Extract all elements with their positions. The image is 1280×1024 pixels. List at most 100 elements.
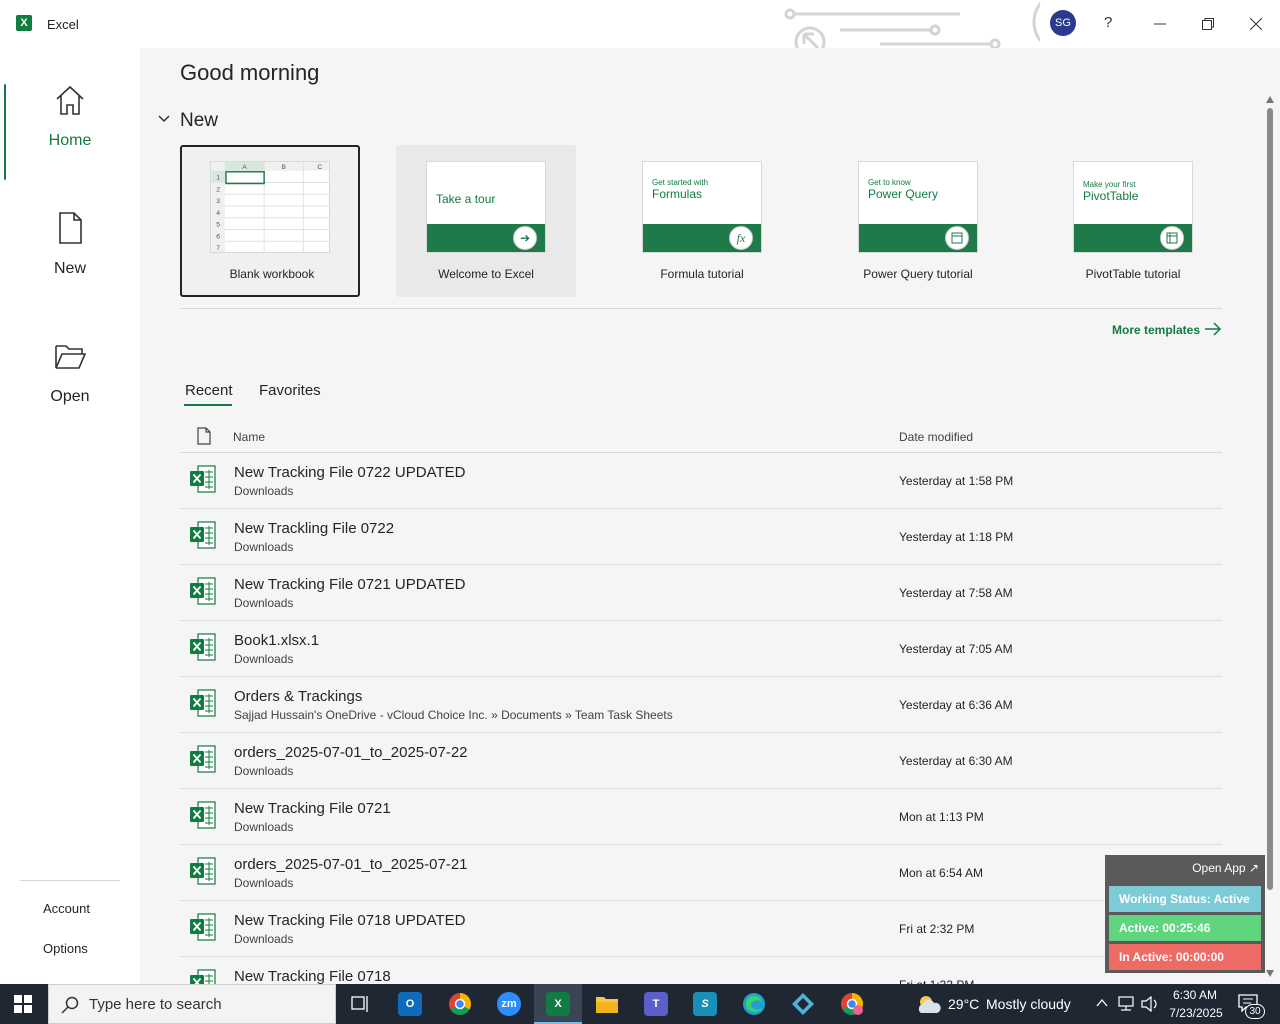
nav-new[interactable]: New xyxy=(0,196,140,306)
template-blank-workbook[interactable]: A B C 1 2 3 4 5 6 7 Blank workbook xyxy=(180,145,360,297)
excel-file-icon xyxy=(190,577,216,605)
tab-recent[interactable]: Recent xyxy=(185,382,233,399)
file-row[interactable]: New Trackling File 0722 Downloads Yesterda… xyxy=(180,509,1222,565)
outlook-icon[interactable]: O xyxy=(390,988,430,1020)
home-icon xyxy=(56,85,84,115)
app-title: Excel xyxy=(47,17,79,32)
scroll-thumb[interactable] xyxy=(1267,108,1273,890)
chrome-profile-icon[interactable] xyxy=(832,988,872,1020)
excel-icon[interactable]: X xyxy=(538,988,578,1020)
file-name: orders_2025-07-01_to_2025-07-21 xyxy=(234,856,468,873)
file-row[interactable]: Book1.xlsx.1 Downloads Yesterday at 7:05 A… xyxy=(180,621,1222,677)
recent-file-list: New Tracking File 0722 UPDATED Downloads Y… xyxy=(180,453,1222,984)
file-row[interactable]: New Tracking File 0722 UPDATED Downloads Y… xyxy=(180,453,1222,509)
task-view-icon[interactable] xyxy=(340,988,380,1020)
greeting: Good morning xyxy=(180,60,320,85)
network-icon[interactable] xyxy=(1118,996,1136,1012)
file-name: New Tracking File 0718 UPDATED xyxy=(234,912,466,929)
close-button[interactable] xyxy=(1242,10,1270,38)
file-date: Fri at 2:32 PM xyxy=(899,922,975,936)
file-row[interactable]: orders_2025-07-01_to_2025-07-21 Downloads… xyxy=(180,845,1222,901)
thumb-title: Power Query xyxy=(868,187,939,201)
file-name: New Tracking File 0718 xyxy=(234,968,391,984)
arrow-right-icon[interactable] xyxy=(1204,322,1222,336)
file-row[interactable]: orders_2025-07-01_to_2025-07-22 Downloads… xyxy=(180,733,1222,789)
thumb-title: Formulas xyxy=(652,187,703,201)
template-pivottable-tutorial[interactable]: Make your first PivotTable PivotTable tu… xyxy=(1043,145,1223,297)
template-label: Formula tutorial xyxy=(660,267,744,281)
clock-date[interactable]: 7/23/2025 xyxy=(1166,1006,1226,1020)
windows-start-icon[interactable] xyxy=(14,995,32,1013)
sheet-row-label: 3 xyxy=(216,198,220,205)
file-location: Sajjad Hussain's OneDrive - vCloud Choic… xyxy=(234,708,673,722)
nav-new-label: New xyxy=(53,260,86,277)
file-location: Downloads xyxy=(234,932,294,946)
file-explorer-icon[interactable] xyxy=(587,988,627,1020)
function-icon: fx xyxy=(729,226,753,250)
file-location: Downloads xyxy=(234,652,294,666)
sheet-col-label: B xyxy=(281,164,286,171)
weather-desc[interactable]: Mostly cloudy xyxy=(986,996,1071,1012)
spreadsheet-thumbnail: A B C 1 2 3 4 5 6 7 xyxy=(210,161,330,253)
chevron-down-icon[interactable] xyxy=(158,114,170,124)
notification-count: 30 xyxy=(1245,1004,1265,1019)
app-icon[interactable] xyxy=(783,988,823,1020)
template-label: Blank workbook xyxy=(229,267,315,281)
file-row[interactable]: New Tracking File 0718 UPDATED Downloads F… xyxy=(180,901,1222,957)
excel-file-icon xyxy=(190,745,216,773)
user-avatar[interactable]: SG xyxy=(1050,10,1076,36)
cloud-icon[interactable] xyxy=(915,993,943,1015)
zoom-icon[interactable]: zm xyxy=(489,988,529,1020)
minimize-icon xyxy=(1154,23,1166,25)
nav-options[interactable]: Options xyxy=(43,941,88,956)
nav-divider xyxy=(20,880,120,881)
volume-icon[interactable] xyxy=(1141,996,1159,1012)
weather-temp[interactable]: 29°C xyxy=(948,996,979,1012)
more-templates-link[interactable]: More templates xyxy=(1112,323,1200,337)
sway-icon[interactable]: S xyxy=(685,988,725,1020)
taskbar-search[interactable]: Type here to search xyxy=(48,984,336,1024)
nav-account[interactable]: Account xyxy=(43,901,90,916)
template-formula-tutorial[interactable]: Get started with Formulas fx Formula tut… xyxy=(612,145,792,297)
scrollbar[interactable] xyxy=(1263,96,1277,980)
file-location: Downloads xyxy=(234,484,294,498)
sheet-row-label: 4 xyxy=(216,210,220,217)
edge-icon[interactable] xyxy=(734,988,774,1020)
file-row[interactable]: New Tracking File 0721 Downloads Mon at 1:… xyxy=(180,789,1222,845)
help-button[interactable]: ? xyxy=(1104,14,1112,31)
column-header-name[interactable]: Name xyxy=(233,430,265,444)
template-welcome[interactable]: Take a tour ➔ Welcome to Excel xyxy=(396,145,576,297)
open-app-button[interactable]: Open App ↗ xyxy=(1192,861,1259,875)
file-name: New Tracking File 0721 UPDATED xyxy=(234,576,466,593)
chevron-up-icon[interactable] xyxy=(1096,998,1108,1008)
nav-home[interactable]: Home xyxy=(0,68,140,180)
file-row[interactable]: New Tracking File 0721 UPDATED Downloads Y… xyxy=(180,565,1222,621)
file-row[interactable]: New Tracking File 0718Fri at 1:33 PM xyxy=(180,957,1222,984)
status-widget: Open App ↗ Working Status: Active Active… xyxy=(1105,855,1265,973)
search-icon xyxy=(61,996,79,1014)
template-thumbnail: Get to know Power Query xyxy=(858,161,978,253)
sheet-row-label: 6 xyxy=(216,233,220,240)
nav-open[interactable]: Open xyxy=(0,324,140,434)
column-header-date[interactable]: Date modified xyxy=(899,430,973,444)
minimize-button[interactable] xyxy=(1146,10,1174,38)
file-row[interactable]: Orders & Trackings Sajjad Hussain's OneDr… xyxy=(180,677,1222,733)
scroll-up-icon[interactable] xyxy=(1266,96,1274,103)
file-date: Yesterday at 1:18 PM xyxy=(899,530,1014,544)
excel-file-icon xyxy=(190,969,216,984)
sheet-row-label: 1 xyxy=(216,175,220,182)
file-location: Downloads xyxy=(234,540,294,554)
restore-button[interactable] xyxy=(1194,10,1222,38)
clock-time[interactable]: 6:30 AM xyxy=(1172,988,1218,1002)
template-power-query-tutorial[interactable]: Get to know Power Query Power Query tuto… xyxy=(828,145,1008,297)
scroll-down-icon[interactable] xyxy=(1266,970,1274,977)
excel-file-icon xyxy=(190,913,216,941)
tab-favorites[interactable]: Favorites xyxy=(259,382,321,399)
template-label: Welcome to Excel xyxy=(438,267,534,281)
file-date: Yesterday at 1:58 PM xyxy=(899,474,1014,488)
chrome-icon[interactable] xyxy=(440,988,480,1020)
excel-file-icon xyxy=(190,857,216,885)
home-panel: Good morning New A B C 1 2 3 4 5 6 7 Bla… xyxy=(140,48,1280,984)
teams-icon[interactable]: T xyxy=(636,988,676,1020)
file-date: Mon at 6:54 AM xyxy=(899,866,984,880)
